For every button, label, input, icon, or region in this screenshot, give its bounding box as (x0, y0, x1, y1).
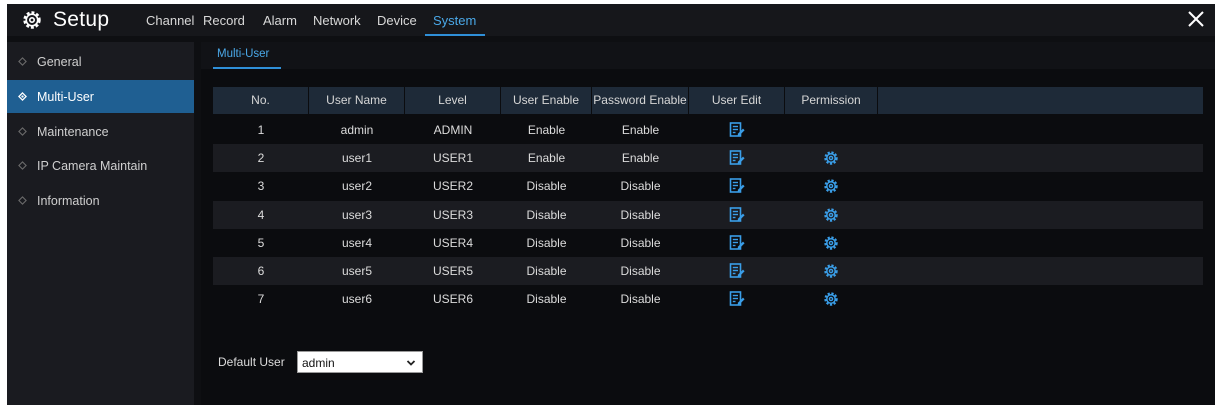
column-header-no: No. (213, 87, 309, 114)
table-row: 3 user2 USER2 Disable Disable (213, 172, 1203, 200)
cell-no: 1 (257, 123, 265, 137)
cell-no: 3 (257, 179, 265, 194)
table-header: No. User Name Level User Enable Password… (213, 87, 1203, 114)
cell-user-enable: Disable (526, 179, 567, 194)
sidebar-item-general[interactable]: General (7, 45, 194, 78)
active-tab-indicator (425, 34, 485, 36)
table-row: 7 user6 USER6 Disable Disable (213, 285, 1203, 313)
cell-level: USER5 (432, 264, 473, 278)
app-title: Setup (53, 8, 110, 31)
cell-password-enable: Disable (620, 264, 661, 278)
close-icon[interactable] (1185, 8, 1207, 30)
edit-icon[interactable] (729, 234, 745, 251)
edit-icon[interactable] (729, 178, 745, 194)
edit-icon[interactable] (729, 150, 745, 166)
active-subtab-indicator (213, 67, 281, 69)
sidebar-item-label: IP Camera Maintain (37, 158, 148, 173)
cell-level: USER1 (432, 151, 473, 166)
edit-icon[interactable] (729, 206, 745, 223)
cell-level: USER2 (432, 179, 473, 194)
column-header-user-edit: User Edit (689, 87, 785, 114)
sidebar-item-information[interactable]: Information (7, 184, 194, 217)
gear-icon[interactable] (823, 207, 839, 223)
tab-device[interactable]: Device (377, 13, 417, 28)
table-row: 2 user1 USER1 Enable Enable (213, 144, 1203, 173)
sidebar-item-label: General (37, 54, 82, 69)
edit-icon[interactable] (729, 122, 745, 138)
sidebar-item-label: Information (37, 193, 100, 208)
cell-level: USER3 (432, 207, 473, 222)
sidebar-item-label: Multi-User (37, 89, 94, 104)
diamond-bullet-icon (18, 92, 27, 101)
sidebar-item-ip-camera-maintain[interactable]: IP Camera Maintain (7, 149, 194, 182)
gear-icon[interactable] (823, 263, 839, 279)
gear-icon[interactable] (823, 235, 839, 251)
cell-password-enable: Enable (621, 151, 660, 166)
diamond-bullet-icon (18, 196, 27, 205)
main-panel: Multi-User No. User Name Level User Enab… (201, 42, 1215, 405)
tab-record[interactable]: Record (203, 13, 245, 28)
table-row: 1 admin ADMIN Enable Enable (213, 116, 1203, 144)
edit-icon[interactable] (729, 291, 745, 307)
cell-user-name: user2 (341, 179, 373, 194)
default-user-select[interactable]: admin (297, 351, 423, 373)
table-row: 4 user3 USER3 Disable Disable (213, 200, 1203, 229)
cell-level: ADMIN (433, 123, 473, 137)
sidebar: General Multi-User Maintenance IP Camera… (7, 42, 194, 405)
diamond-bullet-icon (18, 161, 27, 170)
default-user-value: admin (302, 356, 335, 370)
column-header-user-enable: User Enable (501, 87, 592, 114)
column-header-password-enable: Password Enable (592, 87, 689, 114)
cell-user-enable: Disable (526, 264, 567, 278)
edit-icon[interactable] (729, 263, 745, 279)
cell-user-enable: Disable (526, 235, 567, 250)
column-header-user-name: User Name (309, 87, 405, 114)
subtab-bar: Multi-User (201, 42, 1215, 69)
sidebar-item-multi-user[interactable]: Multi-User (7, 80, 194, 113)
cell-password-enable: Disable (620, 207, 661, 222)
sidebar-item-label: Maintenance (37, 124, 109, 139)
column-header-level: Level (405, 87, 501, 114)
sidebar-item-maintenance[interactable]: Maintenance (7, 115, 194, 148)
cell-password-enable: Disable (620, 235, 661, 250)
cell-no: 6 (257, 264, 265, 278)
default-user-label: Default User (218, 355, 285, 369)
cell-user-name: user4 (341, 235, 373, 250)
cell-no: 7 (257, 292, 265, 307)
cell-level: USER6 (432, 292, 473, 307)
cell-no: 2 (257, 151, 265, 166)
cell-no: 5 (257, 235, 265, 250)
cell-user-enable: Enable (527, 151, 566, 166)
cell-level: USER4 (432, 235, 473, 250)
tab-channel[interactable]: Channel (146, 13, 194, 28)
cell-user-enable: Disable (526, 207, 567, 222)
diamond-bullet-icon (18, 127, 27, 136)
tab-multi-user[interactable]: Multi-User (217, 48, 269, 60)
app-window: Setup Channel Record Alarm Network Devic… (7, 4, 1215, 405)
top-bar: Setup Channel Record Alarm Network Devic… (7, 4, 1215, 36)
cell-user-name: user6 (341, 292, 373, 307)
cell-user-name: admin (340, 123, 374, 137)
cell-password-enable: Disable (620, 292, 661, 307)
tab-network[interactable]: Network (313, 13, 361, 28)
cell-user-name: user3 (341, 207, 373, 222)
cell-user-enable: Disable (526, 292, 567, 307)
table-row: 5 user4 USER4 Disable Disable (213, 229, 1203, 257)
table-row: 6 user5 USER5 Disable Disable (213, 257, 1203, 285)
cell-user-enable: Enable (527, 123, 566, 137)
tab-system[interactable]: System (433, 13, 476, 28)
gear-icon[interactable] (823, 178, 839, 194)
gear-icon (23, 11, 41, 29)
cell-password-enable: Enable (621, 123, 660, 137)
chevron-down-icon (406, 360, 416, 366)
cell-user-name: user5 (341, 264, 373, 278)
cell-user-name: user1 (341, 151, 373, 166)
column-header-permission: Permission (785, 87, 878, 114)
cell-no: 4 (257, 207, 265, 222)
tab-alarm[interactable]: Alarm (263, 13, 297, 28)
gear-icon[interactable] (823, 150, 839, 166)
diamond-bullet-icon (18, 57, 27, 66)
gear-icon[interactable] (823, 291, 839, 307)
cell-password-enable: Disable (620, 179, 661, 194)
